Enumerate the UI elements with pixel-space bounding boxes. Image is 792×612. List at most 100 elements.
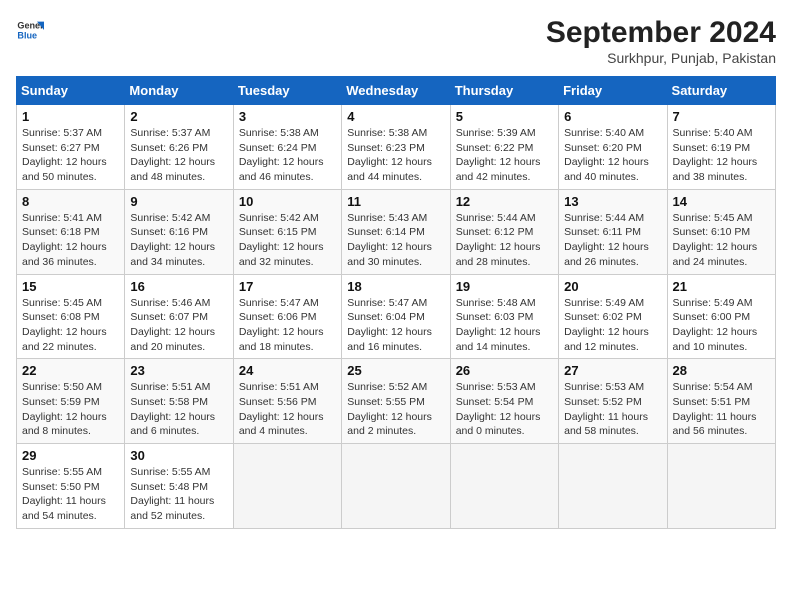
day-number: 23 bbox=[130, 363, 227, 378]
day-info: Sunrise: 5:49 AM Sunset: 6:00 PM Dayligh… bbox=[673, 296, 770, 355]
day-info: Sunrise: 5:45 AM Sunset: 6:10 PM Dayligh… bbox=[673, 211, 770, 270]
calendar-cell: 17 Sunrise: 5:47 AM Sunset: 6:06 PM Dayl… bbox=[233, 274, 341, 359]
calendar-cell: 28 Sunrise: 5:54 AM Sunset: 5:51 PM Dayl… bbox=[667, 359, 775, 444]
day-info: Sunrise: 5:46 AM Sunset: 6:07 PM Dayligh… bbox=[130, 296, 227, 355]
day-number: 5 bbox=[456, 109, 553, 124]
day-number: 18 bbox=[347, 279, 444, 294]
weekday-header-tuesday: Tuesday bbox=[233, 77, 341, 105]
day-info: Sunrise: 5:54 AM Sunset: 5:51 PM Dayligh… bbox=[673, 380, 770, 439]
calendar-cell bbox=[667, 444, 775, 529]
day-info: Sunrise: 5:51 AM Sunset: 5:58 PM Dayligh… bbox=[130, 380, 227, 439]
calendar-cell: 20 Sunrise: 5:49 AM Sunset: 6:02 PM Dayl… bbox=[559, 274, 667, 359]
day-info: Sunrise: 5:55 AM Sunset: 5:50 PM Dayligh… bbox=[22, 465, 119, 524]
day-number: 8 bbox=[22, 194, 119, 209]
calendar-cell: 5 Sunrise: 5:39 AM Sunset: 6:22 PM Dayli… bbox=[450, 105, 558, 190]
calendar-cell: 1 Sunrise: 5:37 AM Sunset: 6:27 PM Dayli… bbox=[17, 105, 125, 190]
day-number: 13 bbox=[564, 194, 661, 209]
day-info: Sunrise: 5:53 AM Sunset: 5:52 PM Dayligh… bbox=[564, 380, 661, 439]
calendar-cell bbox=[233, 444, 341, 529]
day-number: 9 bbox=[130, 194, 227, 209]
calendar-cell: 14 Sunrise: 5:45 AM Sunset: 6:10 PM Dayl… bbox=[667, 189, 775, 274]
day-number: 30 bbox=[130, 448, 227, 463]
day-number: 24 bbox=[239, 363, 336, 378]
weekday-header-sunday: Sunday bbox=[17, 77, 125, 105]
day-number: 19 bbox=[456, 279, 553, 294]
calendar-cell: 23 Sunrise: 5:51 AM Sunset: 5:58 PM Dayl… bbox=[125, 359, 233, 444]
day-info: Sunrise: 5:52 AM Sunset: 5:55 PM Dayligh… bbox=[347, 380, 444, 439]
day-info: Sunrise: 5:42 AM Sunset: 6:16 PM Dayligh… bbox=[130, 211, 227, 270]
day-info: Sunrise: 5:50 AM Sunset: 5:59 PM Dayligh… bbox=[22, 380, 119, 439]
calendar-cell: 13 Sunrise: 5:44 AM Sunset: 6:11 PM Dayl… bbox=[559, 189, 667, 274]
day-info: Sunrise: 5:43 AM Sunset: 6:14 PM Dayligh… bbox=[347, 211, 444, 270]
day-info: Sunrise: 5:53 AM Sunset: 5:54 PM Dayligh… bbox=[456, 380, 553, 439]
calendar-week-4: 22 Sunrise: 5:50 AM Sunset: 5:59 PM Dayl… bbox=[17, 359, 776, 444]
day-number: 26 bbox=[456, 363, 553, 378]
calendar-cell: 26 Sunrise: 5:53 AM Sunset: 5:54 PM Dayl… bbox=[450, 359, 558, 444]
day-number: 21 bbox=[673, 279, 770, 294]
calendar-cell: 6 Sunrise: 5:40 AM Sunset: 6:20 PM Dayli… bbox=[559, 105, 667, 190]
calendar-table: SundayMondayTuesdayWednesdayThursdayFrid… bbox=[16, 76, 776, 529]
day-info: Sunrise: 5:37 AM Sunset: 6:26 PM Dayligh… bbox=[130, 126, 227, 185]
day-info: Sunrise: 5:44 AM Sunset: 6:11 PM Dayligh… bbox=[564, 211, 661, 270]
page-header: General Blue September 2024 Surkhpur, Pu… bbox=[16, 16, 776, 66]
day-info: Sunrise: 5:38 AM Sunset: 6:24 PM Dayligh… bbox=[239, 126, 336, 185]
calendar-cell bbox=[342, 444, 450, 529]
calendar-cell: 11 Sunrise: 5:43 AM Sunset: 6:14 PM Dayl… bbox=[342, 189, 450, 274]
weekday-header-saturday: Saturday bbox=[667, 77, 775, 105]
day-number: 27 bbox=[564, 363, 661, 378]
calendar-week-2: 8 Sunrise: 5:41 AM Sunset: 6:18 PM Dayli… bbox=[17, 189, 776, 274]
calendar-cell: 30 Sunrise: 5:55 AM Sunset: 5:48 PM Dayl… bbox=[125, 444, 233, 529]
day-info: Sunrise: 5:48 AM Sunset: 6:03 PM Dayligh… bbox=[456, 296, 553, 355]
day-info: Sunrise: 5:42 AM Sunset: 6:15 PM Dayligh… bbox=[239, 211, 336, 270]
calendar-cell: 12 Sunrise: 5:44 AM Sunset: 6:12 PM Dayl… bbox=[450, 189, 558, 274]
day-info: Sunrise: 5:41 AM Sunset: 6:18 PM Dayligh… bbox=[22, 211, 119, 270]
day-number: 14 bbox=[673, 194, 770, 209]
calendar-cell: 16 Sunrise: 5:46 AM Sunset: 6:07 PM Dayl… bbox=[125, 274, 233, 359]
day-info: Sunrise: 5:37 AM Sunset: 6:27 PM Dayligh… bbox=[22, 126, 119, 185]
calendar-cell: 22 Sunrise: 5:50 AM Sunset: 5:59 PM Dayl… bbox=[17, 359, 125, 444]
day-info: Sunrise: 5:38 AM Sunset: 6:23 PM Dayligh… bbox=[347, 126, 444, 185]
weekday-header-row: SundayMondayTuesdayWednesdayThursdayFrid… bbox=[17, 77, 776, 105]
day-number: 2 bbox=[130, 109, 227, 124]
calendar-week-3: 15 Sunrise: 5:45 AM Sunset: 6:08 PM Dayl… bbox=[17, 274, 776, 359]
day-number: 6 bbox=[564, 109, 661, 124]
weekday-header-monday: Monday bbox=[125, 77, 233, 105]
day-info: Sunrise: 5:49 AM Sunset: 6:02 PM Dayligh… bbox=[564, 296, 661, 355]
day-number: 17 bbox=[239, 279, 336, 294]
calendar-cell bbox=[559, 444, 667, 529]
weekday-header-wednesday: Wednesday bbox=[342, 77, 450, 105]
day-number: 25 bbox=[347, 363, 444, 378]
day-info: Sunrise: 5:40 AM Sunset: 6:20 PM Dayligh… bbox=[564, 126, 661, 185]
calendar-cell: 25 Sunrise: 5:52 AM Sunset: 5:55 PM Dayl… bbox=[342, 359, 450, 444]
day-info: Sunrise: 5:47 AM Sunset: 6:04 PM Dayligh… bbox=[347, 296, 444, 355]
calendar-cell: 18 Sunrise: 5:47 AM Sunset: 6:04 PM Dayl… bbox=[342, 274, 450, 359]
day-number: 7 bbox=[673, 109, 770, 124]
day-info: Sunrise: 5:40 AM Sunset: 6:19 PM Dayligh… bbox=[673, 126, 770, 185]
calendar-cell: 8 Sunrise: 5:41 AM Sunset: 6:18 PM Dayli… bbox=[17, 189, 125, 274]
calendar-cell: 15 Sunrise: 5:45 AM Sunset: 6:08 PM Dayl… bbox=[17, 274, 125, 359]
calendar-cell: 3 Sunrise: 5:38 AM Sunset: 6:24 PM Dayli… bbox=[233, 105, 341, 190]
location-subtitle: Surkhpur, Punjab, Pakistan bbox=[546, 50, 776, 66]
day-number: 28 bbox=[673, 363, 770, 378]
calendar-cell: 10 Sunrise: 5:42 AM Sunset: 6:15 PM Dayl… bbox=[233, 189, 341, 274]
day-number: 22 bbox=[22, 363, 119, 378]
day-number: 11 bbox=[347, 194, 444, 209]
calendar-cell: 24 Sunrise: 5:51 AM Sunset: 5:56 PM Dayl… bbox=[233, 359, 341, 444]
day-number: 20 bbox=[564, 279, 661, 294]
weekday-header-thursday: Thursday bbox=[450, 77, 558, 105]
day-info: Sunrise: 5:44 AM Sunset: 6:12 PM Dayligh… bbox=[456, 211, 553, 270]
logo: General Blue bbox=[16, 16, 44, 44]
day-info: Sunrise: 5:47 AM Sunset: 6:06 PM Dayligh… bbox=[239, 296, 336, 355]
day-info: Sunrise: 5:39 AM Sunset: 6:22 PM Dayligh… bbox=[456, 126, 553, 185]
day-number: 1 bbox=[22, 109, 119, 124]
svg-text:Blue: Blue bbox=[17, 30, 37, 40]
calendar-cell: 19 Sunrise: 5:48 AM Sunset: 6:03 PM Dayl… bbox=[450, 274, 558, 359]
calendar-cell bbox=[450, 444, 558, 529]
day-info: Sunrise: 5:45 AM Sunset: 6:08 PM Dayligh… bbox=[22, 296, 119, 355]
day-number: 3 bbox=[239, 109, 336, 124]
day-number: 12 bbox=[456, 194, 553, 209]
day-number: 16 bbox=[130, 279, 227, 294]
day-number: 4 bbox=[347, 109, 444, 124]
title-block: September 2024 Surkhpur, Punjab, Pakista… bbox=[546, 16, 776, 66]
day-info: Sunrise: 5:55 AM Sunset: 5:48 PM Dayligh… bbox=[130, 465, 227, 524]
